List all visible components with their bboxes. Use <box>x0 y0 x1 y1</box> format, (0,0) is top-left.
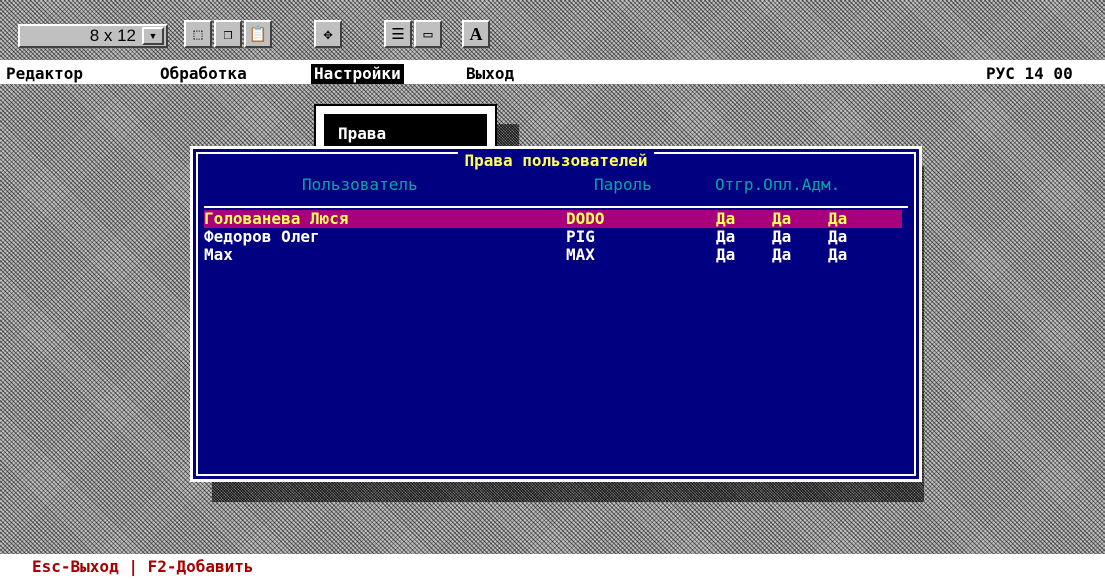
user-password: MAX <box>566 245 595 264</box>
chevron-down-icon[interactable]: ▼ <box>142 27 164 45</box>
column-header-user: Пользователь <box>302 175 418 194</box>
user-name: Голованева Люся <box>204 209 349 228</box>
flag-adm: Да <box>828 227 848 246</box>
flag-adm: Да <box>828 245 848 264</box>
select-icon[interactable]: ⬚ <box>184 20 212 48</box>
dialog-title-text: Права пользователей <box>458 151 654 170</box>
menu-item-processing[interactable]: Обработка <box>157 64 250 84</box>
keyboard-layout-indicator: РУС 14 00 <box>986 64 1073 83</box>
menu-item-editor[interactable]: Редактор <box>3 64 86 84</box>
table-row[interactable]: Голованева Люся DODO Да Да Да <box>204 210 902 228</box>
menu-item-exit[interactable]: Выход <box>463 64 517 84</box>
flag-opl: Да <box>772 209 792 228</box>
header-divider <box>204 206 908 208</box>
menu-bar: Редактор Обработка Настройки Выход РУС 1… <box>0 64 1105 84</box>
font-icon[interactable]: A <box>462 20 490 48</box>
font-size-select[interactable]: 8 x 12 ▼ <box>18 24 168 48</box>
user-name: Max <box>204 245 233 264</box>
dialog-frame: Права пользователей Пользователь Пароль … <box>196 151 916 476</box>
paste-icon[interactable]: 📋 <box>244 20 272 48</box>
table-row[interactable]: Max MAX Да Да Да <box>204 246 902 264</box>
copy-icon[interactable]: ❐ <box>214 20 242 48</box>
font-size-value: 8 x 12 <box>89 26 136 45</box>
menu-item-settings[interactable]: Настройки <box>311 64 404 84</box>
flag-opl: Да <box>772 245 792 264</box>
toolbar: 8 x 12 ▼ ⬚ ❐ 📋 ✥ ☰ ▭ A <box>0 0 1105 60</box>
user-password: DODO <box>566 209 605 228</box>
fullscreen-icon[interactable]: ✥ <box>314 20 342 48</box>
user-name: Федоров Олег <box>204 227 320 246</box>
flag-adm: Да <box>828 209 848 228</box>
status-bar: Esc-Выход | F2-Добавить <box>0 554 1105 579</box>
submenu-item-label: Права <box>338 124 387 143</box>
flag-opl: Да <box>772 227 792 246</box>
user-password: PIG <box>566 227 595 246</box>
table-row[interactable]: Федоров Олег PIG Да Да Да <box>204 228 902 246</box>
flag-otgr: Да <box>716 245 736 264</box>
dialog-title: Права пользователей <box>198 151 914 170</box>
user-rights-dialog: Права пользователей Пользователь Пароль … <box>190 146 922 482</box>
column-header-password: Пароль <box>594 175 652 194</box>
column-header-flags: Отгр.Опл.Адм. <box>715 175 841 194</box>
status-hotkeys: Esc-Выход | F2-Добавить <box>32 557 254 576</box>
properties-icon[interactable]: ☰ <box>384 20 412 48</box>
background-icon[interactable]: ▭ <box>414 20 442 48</box>
flag-otgr: Да <box>716 209 736 228</box>
flag-otgr: Да <box>716 227 736 246</box>
